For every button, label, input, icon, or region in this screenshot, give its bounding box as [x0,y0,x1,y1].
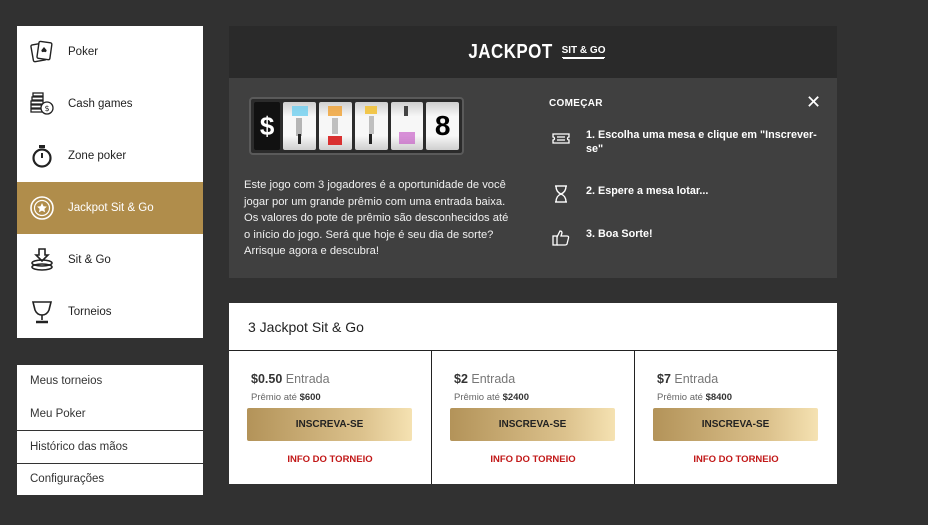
register-button[interactable]: INSCREVA-SE [450,408,615,441]
price-value: $7 [657,372,671,386]
reel-blur [354,102,388,150]
sidebar-item-label: Torneios [68,306,112,318]
trophy-icon [29,299,55,325]
entry-price: $2 Entrada [454,372,515,386]
thumbs-up-icon [551,227,571,247]
tournament-cards: $0.50 Entrada Prêmio até $600 INSCREVA-S… [229,351,837,484]
sidebar-item-poker[interactable]: Poker [17,26,203,78]
ticket-icon [551,128,571,148]
reel-blur [390,102,424,150]
menu-item-configuracoes[interactable]: Configurações [17,462,203,496]
sidebar-item-label: Poker [68,46,99,58]
entry-label: Entrada [285,372,330,386]
stopwatch-icon [29,143,55,169]
reel-eight: 8 [426,102,460,150]
sidebar-item-label: Jackpot Sit & Go [68,202,154,214]
slot-reels-image: $ 8 [249,97,464,155]
tournament-list-header: 3 Jackpot Sit & Go [229,303,837,351]
tournament-info-link[interactable]: INFO DO TORNEIO [229,454,431,465]
sidebar-item-torneios[interactable]: Torneios [17,286,203,338]
menu-item-meus-torneios[interactable]: Meus torneios [17,365,203,398]
chip-stack-icon [29,247,55,273]
prize-label: Prêmio até [454,392,500,403]
svg-text:$: $ [44,104,49,113]
register-button[interactable]: INSCREVA-SE [247,408,412,441]
reel-dollar: $ [254,102,281,150]
sidebar-item-sit-go[interactable]: Sit & Go [17,234,203,286]
tournament-info-link[interactable]: INFO DO TORNEIO [432,454,634,465]
jackpot-info-panel: $ 8 Este jogo com 3 jogadores é a oportu… [229,78,837,278]
menu-item-meu-poker[interactable]: Meu Poker [17,398,203,431]
reel-blur [318,102,352,150]
step-1: 1. Escolha uma mesa e clique em "Inscrev… [551,128,818,156]
sidebar-item-label: Cash games [68,98,133,110]
tournament-card: $7 Entrada Prêmio até $8400 INSCREVA-SE … [635,351,837,484]
cards-icon [29,39,55,65]
sidebar-item-label: Sit & Go [68,254,111,266]
tournament-list-title: 3 Jackpot Sit & Go [248,318,364,335]
price-value: $0.50 [251,372,283,386]
price-value: $2 [454,372,468,386]
tournament-card: $0.50 Entrada Prêmio até $600 INSCREVA-S… [229,351,432,484]
step-text: 3. Boa Sorte! [586,228,653,240]
sidebar-item-zone-poker[interactable]: Zone poker [17,130,203,182]
menu-item-historico-maos[interactable]: Histórico das mãos [17,430,203,463]
prize-value: $600 [299,392,321,403]
prize-line: Prêmio até $2400 [454,392,529,403]
star-chip-icon [29,195,55,221]
prize-label: Prêmio até [657,392,703,403]
logo-main-text: JACKPOT [467,40,553,63]
sidebar-item-label: Zone poker [68,150,127,162]
prize-value: $2400 [502,392,529,403]
entry-label: Entrada [674,372,719,386]
tournament-info-link[interactable]: INFO DO TORNEIO [635,454,837,465]
coins-icon: $ [29,91,55,117]
step-text: 2. Espere a mesa lotar... [586,185,709,197]
close-icon[interactable]: ✕ [806,92,821,112]
tournament-card: $2 Entrada Prêmio até $2400 INSCREVA-SE … [432,351,635,484]
register-button[interactable]: INSCREVA-SE [653,408,818,441]
entry-price: $7 Entrada [657,372,718,386]
prize-label: Prêmio até [251,392,297,403]
prize-line: Prêmio até $600 [251,392,321,403]
jackpot-logo: JACKPOT SIT & GO [461,41,606,64]
entry-label: Entrada [471,372,516,386]
logo-sub-text: SIT & GO [561,45,606,58]
sidebar-item-jackpot-sit-go[interactable]: Jackpot Sit & Go [17,182,203,234]
prize-value: $8400 [705,392,732,403]
step-3: 3. Boa Sorte! [551,227,818,247]
sidebar-item-cash-games[interactable]: $ Cash games [17,78,203,130]
prize-line: Prêmio até $8400 [657,392,732,403]
secondary-menu: Meus torneios Meu Poker Histórico das mã… [17,365,203,495]
sidebar-nav: Poker $ Cash games Zone poker Jackpot Si… [17,26,203,338]
step-text: 1. Escolha uma mesa e clique em "Inscrev… [586,129,817,155]
reel-blur [283,102,316,150]
jackpot-header: JACKPOT SIT & GO [229,26,837,78]
step-2: 2. Espere a mesa lotar... [551,184,818,204]
hourglass-icon [551,184,571,204]
entry-price: $0.50 Entrada [251,372,330,386]
game-description: Este jogo com 3 jogadores é a oportunida… [244,179,509,257]
steps-title: COMEÇAR [549,98,603,109]
